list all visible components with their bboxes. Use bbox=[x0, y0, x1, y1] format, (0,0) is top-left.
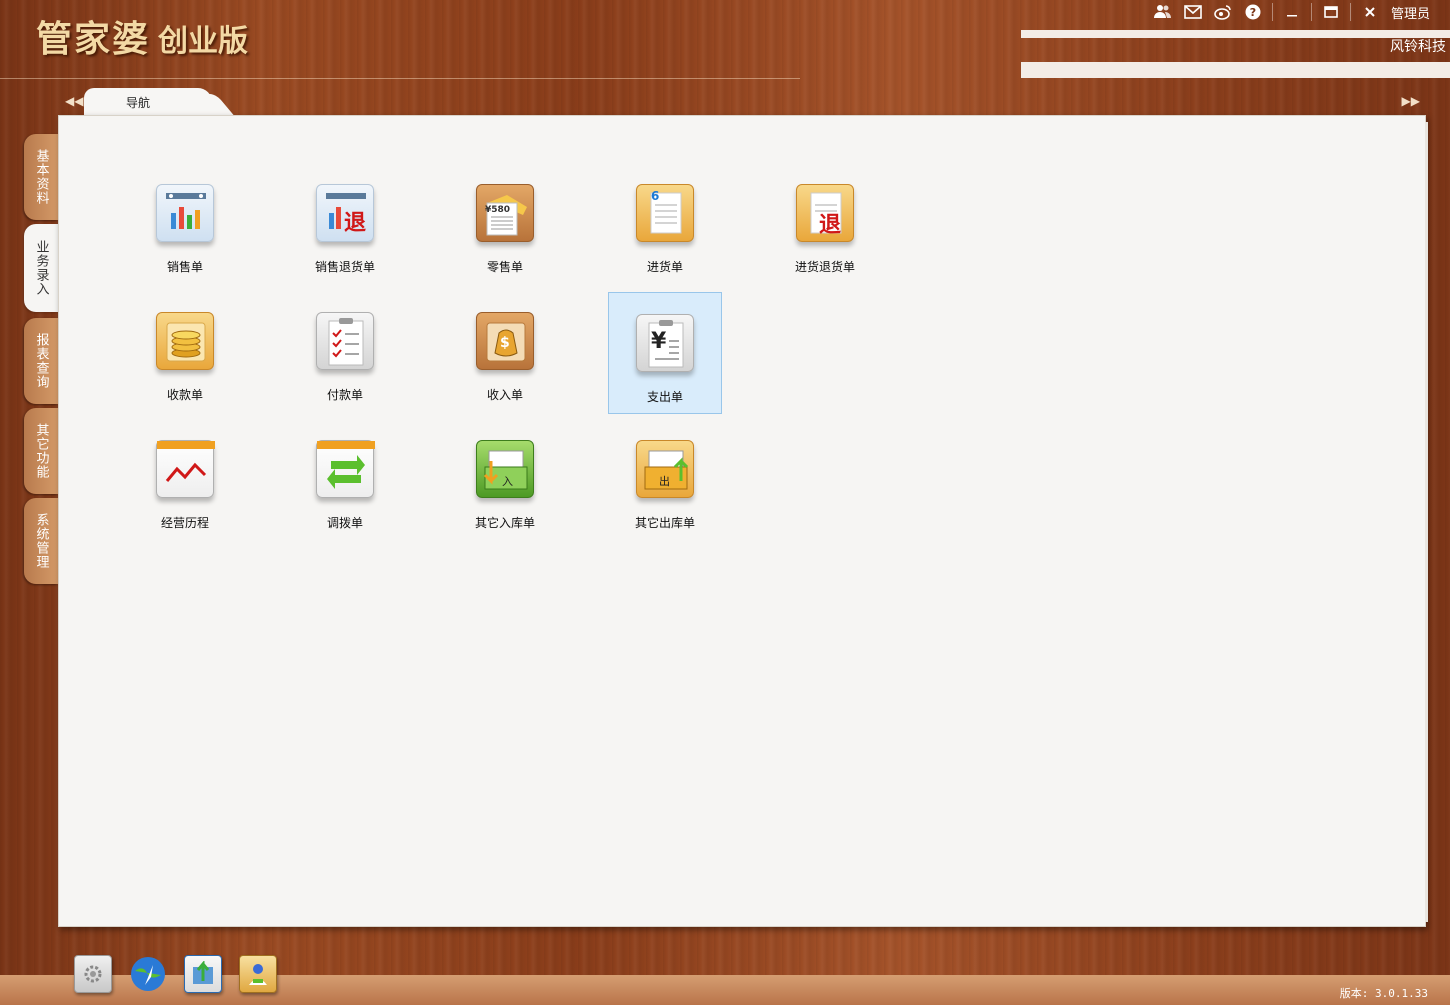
return-badge: 退 bbox=[819, 212, 842, 238]
item-label: 销售退货单 bbox=[314, 260, 375, 274]
item-other-inbound[interactable]: 入 其它入库单 bbox=[448, 419, 562, 541]
toolbar-separator bbox=[1271, 3, 1273, 21]
item-sales-order[interactable]: 销售单 bbox=[128, 163, 242, 285]
settings-icon[interactable] bbox=[74, 955, 112, 993]
app-title: 管家婆 bbox=[36, 18, 151, 60]
mail-icon[interactable] bbox=[1178, 0, 1208, 24]
item-label: 进货退货单 bbox=[794, 260, 855, 274]
sidebar-item-label: 系统管理 bbox=[33, 513, 49, 569]
minimize-icon[interactable] bbox=[1277, 0, 1307, 24]
other-outbound-icon: 出 bbox=[636, 440, 694, 498]
item-label: 付款单 bbox=[326, 388, 363, 402]
item-purchase-return[interactable]: 退 进货退货单 bbox=[768, 163, 882, 285]
current-user[interactable]: 管理员 bbox=[1385, 3, 1450, 22]
payment-icon bbox=[316, 312, 374, 370]
item-label: 进货单 bbox=[646, 260, 683, 274]
sidebar-item-reports[interactable]: 报表查询 bbox=[24, 318, 58, 404]
toolbar-separator bbox=[1349, 3, 1351, 21]
business-history-icon bbox=[156, 440, 215, 498]
weibo-icon[interactable] bbox=[1208, 0, 1238, 24]
scroll-left-icon[interactable]: ◀◀ bbox=[65, 94, 83, 108]
version-label: 版本: 3.0.1.33 bbox=[1339, 987, 1428, 1000]
header-divider bbox=[0, 78, 800, 79]
item-payment[interactable]: 付款单 bbox=[288, 291, 402, 413]
item-purchase-order[interactable]: 6 进货单 bbox=[608, 163, 722, 285]
sidebar-item-label: 基本资料 bbox=[33, 149, 49, 205]
item-label: 经营历程 bbox=[160, 516, 209, 530]
price-badge: ¥580 bbox=[485, 205, 511, 215]
dollar-badge: $ bbox=[500, 335, 510, 351]
transfer-icon bbox=[316, 440, 375, 498]
close-icon[interactable] bbox=[1355, 0, 1385, 24]
toolbar-separator bbox=[1310, 3, 1312, 21]
purchase-order-icon: 6 bbox=[636, 184, 694, 242]
sidebar-item-label: 其它功能 bbox=[33, 423, 49, 479]
in-badge: 入 bbox=[502, 475, 513, 488]
sales-return-icon: 退 bbox=[316, 184, 374, 242]
item-label: 其它出库单 bbox=[634, 516, 695, 530]
expense-icon: ¥ bbox=[636, 314, 694, 372]
item-label: 调拨单 bbox=[326, 516, 363, 530]
item-retail-order[interactable]: ¥580 零售单 bbox=[448, 163, 562, 285]
user-management-icon[interactable] bbox=[239, 955, 277, 993]
item-label: 销售单 bbox=[166, 260, 203, 274]
help-icon[interactable]: ? bbox=[1238, 0, 1268, 24]
item-label: 其它入库单 bbox=[474, 516, 535, 530]
main-panel: 销售单 退 销售退货单 ¥580 零售单 6 进货单 退 进货退货单 收款单 付… bbox=[58, 115, 1428, 927]
app-logo: 管家婆 创业版 bbox=[36, 10, 249, 60]
app-edition: 创业版 bbox=[158, 24, 249, 59]
item-business-history[interactable]: 经营历程 bbox=[128, 419, 242, 541]
item-sales-return[interactable]: 退 销售退货单 bbox=[288, 163, 402, 285]
other-inbound-icon: 入 bbox=[476, 440, 534, 498]
return-badge: 退 bbox=[344, 210, 367, 236]
yen-badge: ¥ bbox=[651, 329, 667, 354]
sidebar-item-business-entry[interactable]: 业务录入 bbox=[24, 224, 58, 312]
item-label: 零售单 bbox=[486, 260, 523, 274]
header-stripe bbox=[1021, 62, 1450, 78]
tab-navigation[interactable]: 导航 bbox=[84, 88, 212, 116]
purchase-return-icon: 退 bbox=[796, 184, 854, 242]
sidebar-item-basic-data[interactable]: 基本资料 bbox=[24, 134, 58, 220]
window-toolbar: ? 管理员 bbox=[1148, 0, 1450, 24]
number-badge: 6 bbox=[651, 189, 660, 203]
tab-label: 导航 bbox=[126, 96, 151, 110]
sidebar-item-label: 报表查询 bbox=[33, 333, 49, 389]
item-label: 收款单 bbox=[166, 388, 203, 402]
sidebar-item-label: 业务录入 bbox=[33, 240, 49, 296]
out-badge: 出 bbox=[659, 475, 670, 488]
item-expense[interactable]: ¥ 支出单 bbox=[608, 292, 722, 414]
sidebar-item-system-admin[interactable]: 系统管理 bbox=[24, 498, 58, 584]
company-name: 风铃科技 bbox=[1390, 39, 1446, 55]
maximize-icon[interactable] bbox=[1316, 0, 1346, 24]
upload-icon[interactable] bbox=[184, 955, 222, 993]
item-label: 收入单 bbox=[486, 388, 523, 402]
sales-order-icon bbox=[156, 184, 214, 242]
scroll-right-icon[interactable]: ▶▶ bbox=[1402, 94, 1420, 108]
sidebar-item-other-functions[interactable]: 其它功能 bbox=[24, 408, 58, 494]
item-income[interactable]: $ 收入单 bbox=[448, 291, 562, 413]
header-stripe bbox=[1021, 30, 1450, 38]
receipt-icon bbox=[156, 312, 214, 370]
item-other-outbound[interactable]: 出 其它出库单 bbox=[608, 419, 722, 541]
item-transfer[interactable]: 调拨单 bbox=[288, 419, 402, 541]
internet-icon[interactable] bbox=[129, 955, 167, 993]
item-label: 支出单 bbox=[646, 390, 683, 404]
income-icon: $ bbox=[476, 312, 534, 370]
item-receipt[interactable]: 收款单 bbox=[128, 291, 242, 413]
users-icon[interactable] bbox=[1148, 0, 1178, 24]
retail-order-icon: ¥580 bbox=[476, 184, 534, 242]
svg-text:?: ? bbox=[1250, 6, 1256, 19]
